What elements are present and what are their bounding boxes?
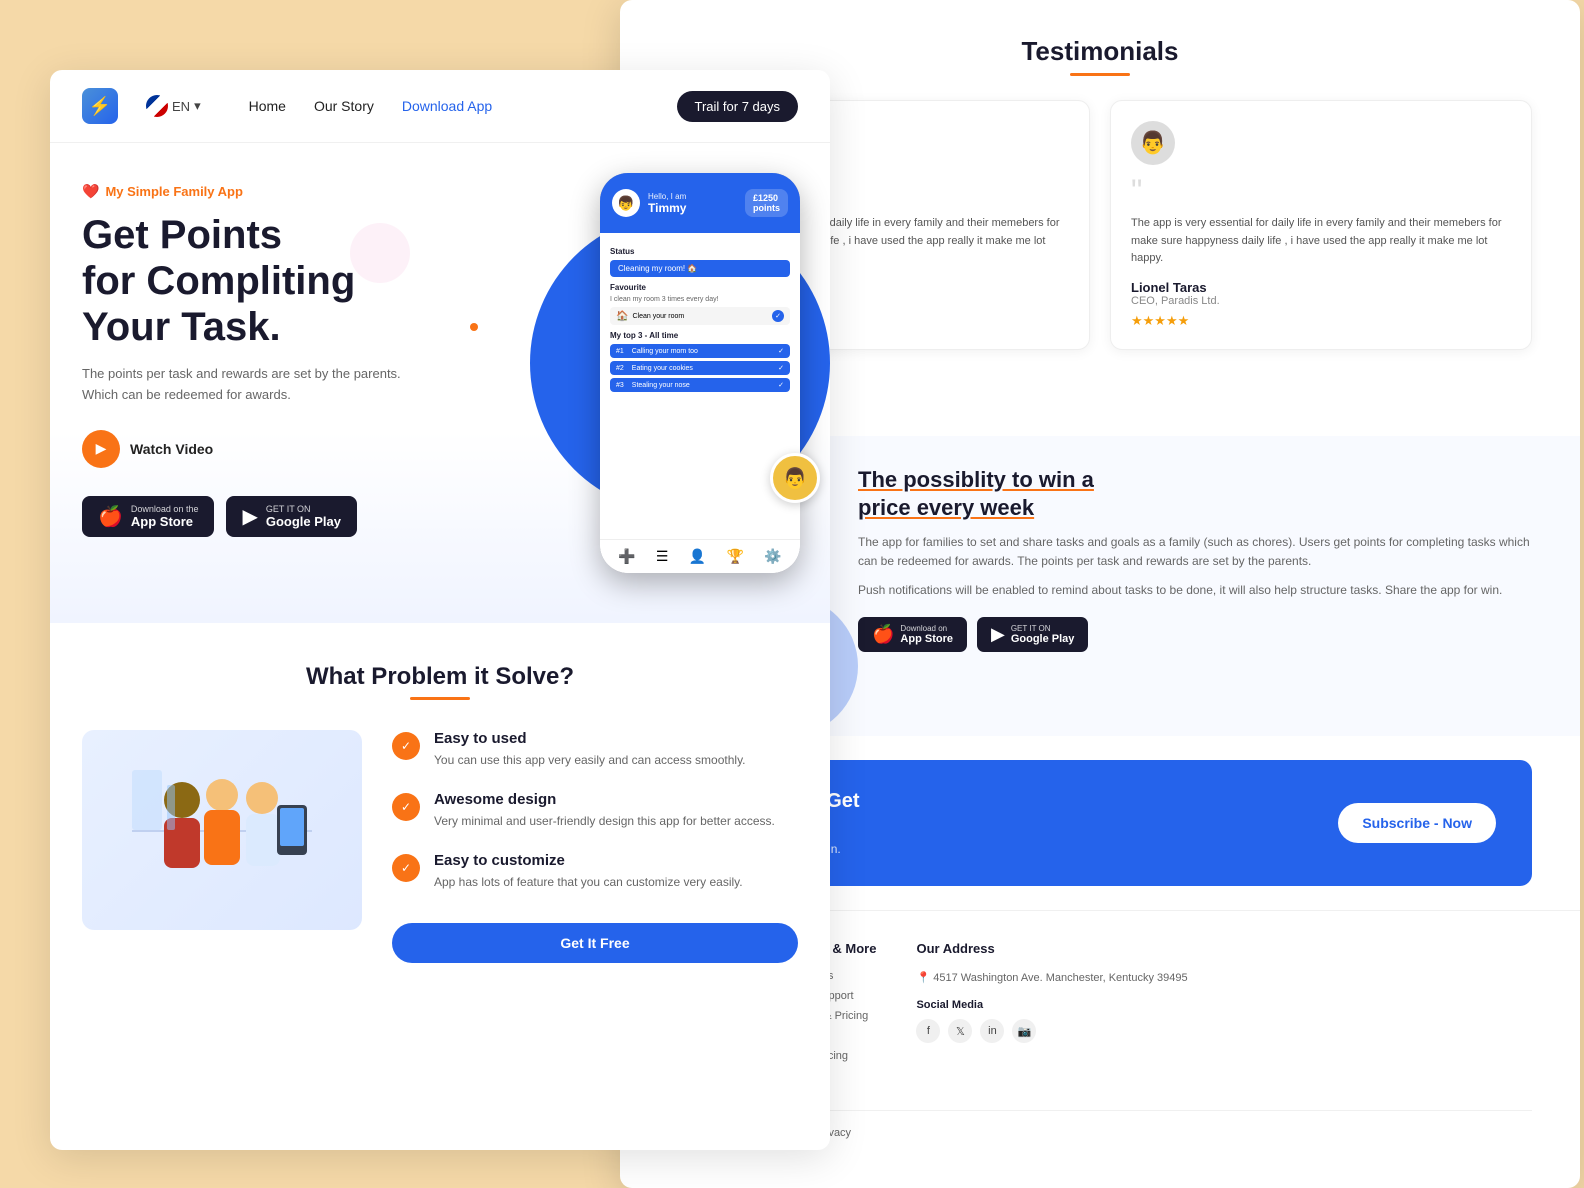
phone-screen: 👦 Hello, I am Timmy £1250 points [600, 173, 800, 573]
language-selector[interactable]: EN ▾ [146, 95, 201, 117]
title-underline [410, 697, 470, 700]
left-panel: ⚡ EN ▾ Home Our Story Download App Trail… [50, 70, 830, 1150]
feature-content-right: The possiblity to win a price every week… [858, 466, 1532, 706]
feature-item-2: ✓ Easy to customize App has lots of feat… [392, 852, 798, 891]
logo[interactable]: ⚡ [82, 88, 118, 124]
apple-icon-right: 🍎 [872, 624, 894, 645]
appstore-button[interactable]: 🍎 Download on the App Store [82, 496, 214, 537]
feature-right-desc2: Push notifications will be enabled to re… [858, 581, 1532, 600]
social-icons: f 𝕏 in 📷 [916, 1019, 1187, 1043]
appstore-btn-right[interactable]: 🍎 Download on App Store [858, 617, 967, 652]
phone-mockup: 👦 Hello, I am Timmy £1250 points [560, 163, 830, 583]
phone-nav: ➕ ☰ 👤 🏆 ⚙️ [600, 539, 800, 573]
status-item: Cleaning my room! 🏠 [610, 260, 790, 277]
nav-icon-award[interactable]: 🏆 [727, 548, 744, 565]
hero-description: The points per task and rewards are set … [82, 364, 402, 406]
feature-item-0: ✓ Easy to used You can use this app very… [392, 730, 798, 769]
user-avatar-circle: 👨 [770, 453, 820, 503]
problem-section: What Problem it Solve? [50, 623, 830, 1003]
nav-icon-add[interactable]: ➕ [618, 548, 635, 565]
feature-icon-2: ✓ [392, 854, 420, 882]
testimonial-card-1: 👨 " The app is very essential for daily … [1110, 100, 1532, 350]
trial-button[interactable]: Trail for 7 days [677, 91, 799, 122]
googleplay-button[interactable]: ▶ GET IT ON Google Play [226, 496, 357, 537]
nav-icon-menu[interactable]: ☰ [656, 548, 669, 565]
get-started-button[interactable]: Get It Free [392, 923, 798, 963]
feature-icon-0: ✓ [392, 732, 420, 760]
outer-background: ⚡ EN ▾ Home Our Story Download App Trail… [0, 0, 1584, 1188]
feature-right-title: The possiblity to win a price every week [858, 466, 1532, 523]
problem-content: ✓ Easy to used You can use this app very… [82, 730, 798, 963]
nav-home[interactable]: Home [249, 98, 286, 114]
play-icon-right: ▶ [991, 624, 1005, 645]
points-badge: £1250 points [745, 189, 788, 217]
google-play-icon: ▶ [242, 504, 257, 529]
instagram-icon[interactable]: 📷 [1012, 1019, 1036, 1043]
footer-address: 📍 4517 Washington Ave. Manchester, Kentu… [916, 970, 1187, 988]
fav-task-row: 🏠 Clean your room ✓ [610, 307, 790, 325]
stars-1: ★★★★★ [1131, 313, 1511, 329]
phone-body: Status Cleaning my room! 🏠 Favourite I c… [600, 233, 800, 403]
features-list: ✓ Easy to used You can use this app very… [392, 730, 798, 963]
phone-frame: 👦 Hello, I am Timmy £1250 points [600, 173, 800, 573]
play-button[interactable]: ▶ [82, 430, 120, 468]
twitter-icon[interactable]: 𝕏 [948, 1019, 972, 1043]
googleplay-btn-right[interactable]: ▶ GET IT ON Google Play [977, 617, 1088, 652]
phone-header: 👦 Hello, I am Timmy £1250 points [600, 173, 800, 233]
flag-icon [146, 95, 168, 117]
nav-story[interactable]: Our Story [314, 98, 374, 114]
top3-row-3: #3 Stealing your nose ✓ [610, 378, 790, 392]
feature-icon-1: ✓ [392, 793, 420, 821]
task-icon: 🏠 [616, 311, 628, 322]
facebook-icon[interactable]: f [916, 1019, 940, 1043]
nav-icon-settings[interactable]: ⚙️ [764, 548, 781, 565]
deco-orange-dot [470, 323, 478, 331]
navbar: ⚡ EN ▾ Home Our Story Download App Trail… [50, 70, 830, 143]
problem-title: What Problem it Solve? [82, 663, 798, 691]
problem-illustration [82, 730, 362, 930]
title-underline-accent [1070, 73, 1130, 76]
feature-item-1: ✓ Awesome design Very minimal and user-f… [392, 791, 798, 830]
deco-pink-dot [350, 223, 410, 283]
subscribe-button[interactable]: Subscribe - Now [1338, 803, 1496, 843]
store-buttons-right: 🍎 Download on App Store ▶ GET IT ON Goog… [858, 617, 1532, 652]
hero-section: ❤️ My Simple Family App Get Points for C… [50, 143, 830, 623]
testimonials-title: Testimonials [668, 36, 1532, 67]
linkedin-icon[interactable]: in [980, 1019, 1004, 1043]
phone-avatar: 👦 [612, 189, 640, 217]
heart-icon: ❤️ [82, 183, 99, 200]
test-avatar-1: 👨 [1131, 121, 1175, 165]
nav-icon-person[interactable]: 👤 [689, 548, 706, 565]
feature-right-desc1: The app for families to set and share ta… [858, 533, 1532, 571]
location-icon: 📍 [916, 972, 930, 984]
top3-row-1: #1 Calling your mom too ✓ [610, 344, 790, 358]
apple-icon: 🍎 [98, 504, 123, 529]
footer-col-2: Our Address 📍 4517 Washington Ave. Manch… [916, 941, 1187, 1090]
nav-links: Home Our Story Download App [249, 98, 649, 114]
nav-download[interactable]: Download App [402, 98, 492, 114]
watch-label[interactable]: Watch Video [130, 441, 213, 457]
top3-row-2: #2 Eating your cookies ✓ [610, 361, 790, 375]
